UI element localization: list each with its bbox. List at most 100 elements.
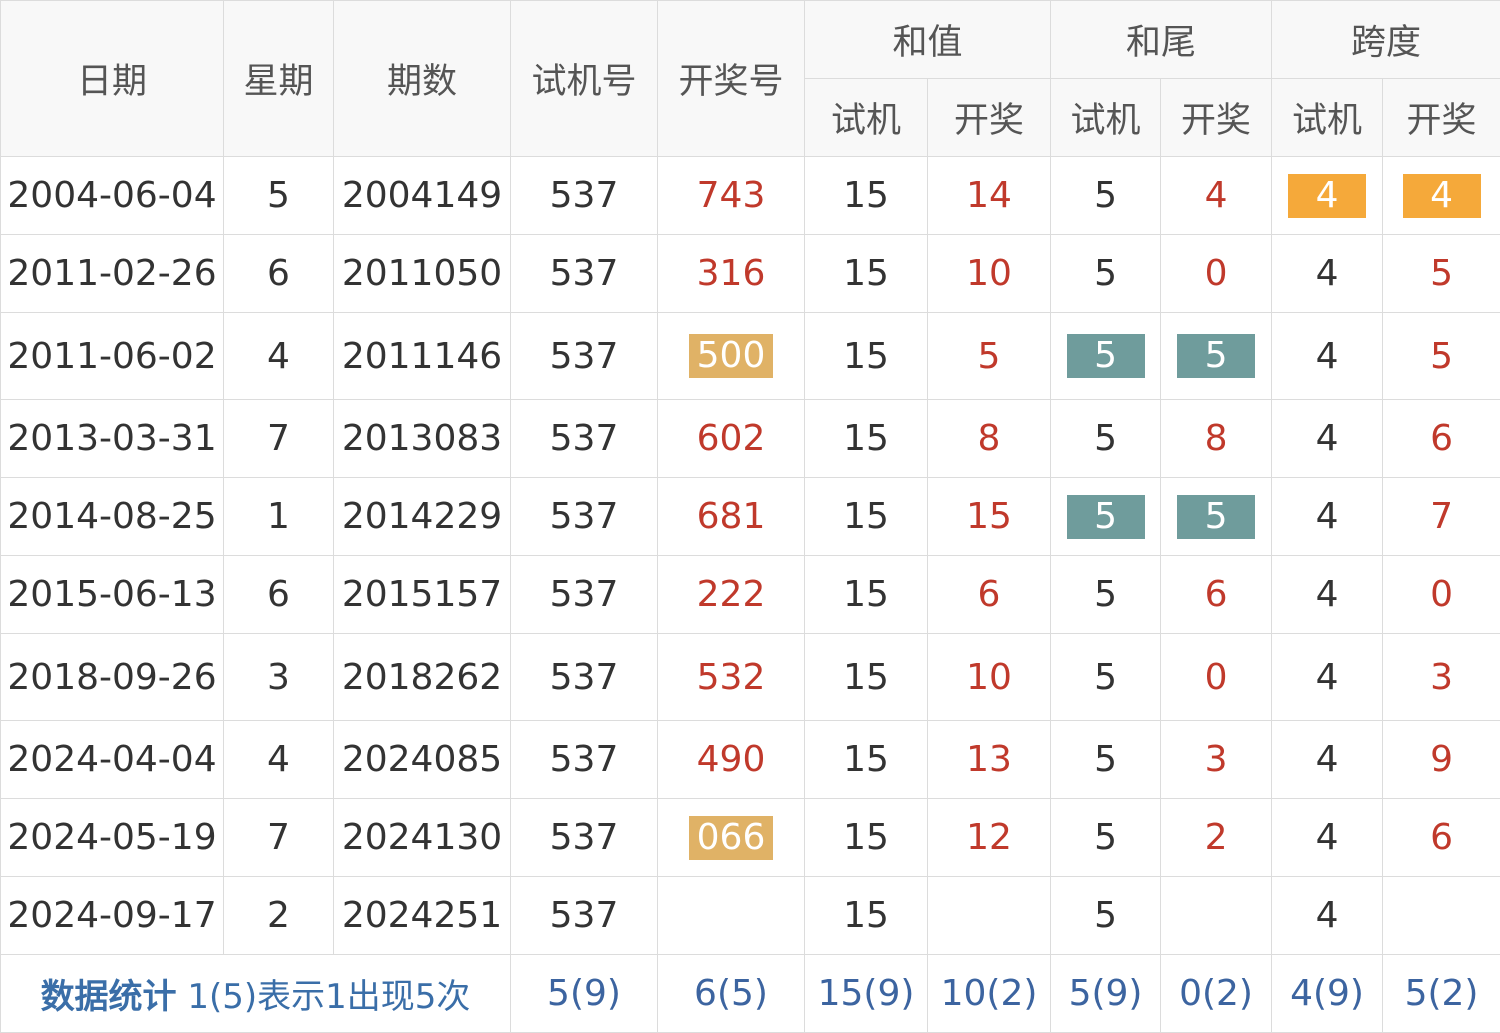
cell-tail-trial: 5 — [1051, 799, 1161, 877]
table-row: 2011-06-02 4 2011146 537 500 15 5 5 5 4 … — [1, 313, 1500, 400]
subheader-span-draw: 开奖 — [1383, 79, 1500, 157]
table-row: 2018-09-26 3 2018262 537 532 15 10 5 0 4… — [1, 634, 1500, 721]
stat-sum-draw: 10(2) — [928, 955, 1051, 1033]
cell-tail-trial: 5 — [1051, 235, 1161, 313]
cell-trial: 537 — [511, 634, 658, 721]
statistics-label: 数据统计 1(5)表示1出现5次 — [1, 955, 511, 1033]
cell-trial: 537 — [511, 478, 658, 556]
cell-span-draw: 9 — [1383, 721, 1500, 799]
cell-date: 2024-05-19 — [1, 799, 224, 877]
header-draw-number: 开奖号 — [658, 1, 805, 157]
cell-trial: 537 — [511, 313, 658, 400]
highlight-badge: 5 — [1067, 334, 1145, 378]
cell-span-trial: 4 — [1272, 634, 1383, 721]
lottery-history-table: 日期 星期 期数 试机号 开奖号 和值 和尾 跨度 试机 开奖 试机 开奖 试机… — [0, 0, 1500, 1033]
cell-span-trial: 4 — [1272, 313, 1383, 400]
cell-sum-draw: 10 — [928, 634, 1051, 721]
cell-tail-draw — [1161, 877, 1272, 955]
statistics-description: 1(5)表示1出现5次 — [187, 977, 470, 1017]
cell-span-draw: 5 — [1383, 235, 1500, 313]
highlight-badge: 066 — [689, 816, 773, 860]
stat-span-draw: 5(2) — [1383, 955, 1500, 1033]
cell-span-draw — [1383, 877, 1500, 955]
cell-weekday: 3 — [224, 634, 334, 721]
cell-tail-draw: 3 — [1161, 721, 1272, 799]
cell-date: 2011-02-26 — [1, 235, 224, 313]
cell-draw: 681 — [658, 478, 805, 556]
stat-span-trial: 4(9) — [1272, 955, 1383, 1033]
cell-tail-draw: 8 — [1161, 400, 1272, 478]
stat-sum-trial: 15(9) — [805, 955, 928, 1033]
statistics-title: 数据统计 — [41, 977, 177, 1017]
cell-draw — [658, 877, 805, 955]
cell-trial: 537 — [511, 157, 658, 235]
subheader-sum-draw: 开奖 — [928, 79, 1051, 157]
cell-tail-draw: 5 — [1161, 313, 1272, 400]
table-row: 2024-04-04 4 2024085 537 490 15 13 5 3 4… — [1, 721, 1500, 799]
cell-span-trial: 4 — [1272, 721, 1383, 799]
cell-date: 2011-06-02 — [1, 313, 224, 400]
table-row: 2024-09-17 2 2024251 537 15 5 4 — [1, 877, 1500, 955]
highlight-badge: 5 — [1177, 495, 1255, 539]
cell-issue: 2024130 — [334, 799, 511, 877]
cell-sum-draw: 15 — [928, 478, 1051, 556]
header-date: 日期 — [1, 1, 224, 157]
cell-trial: 537 — [511, 721, 658, 799]
cell-sum-draw: 10 — [928, 235, 1051, 313]
cell-span-trial: 4 — [1272, 478, 1383, 556]
cell-span-draw: 7 — [1383, 478, 1500, 556]
table-row: 2011-02-26 6 2011050 537 316 15 10 5 0 4… — [1, 235, 1500, 313]
cell-span-trial: 4 — [1272, 556, 1383, 634]
cell-sum-trial: 15 — [805, 799, 928, 877]
cell-sum-trial: 15 — [805, 235, 928, 313]
header-trial-number: 试机号 — [511, 1, 658, 157]
cell-weekday: 7 — [224, 799, 334, 877]
cell-weekday: 7 — [224, 400, 334, 478]
cell-tail-draw: 5 — [1161, 478, 1272, 556]
cell-sum-trial: 15 — [805, 478, 928, 556]
cell-weekday: 5 — [224, 157, 334, 235]
cell-draw: 222 — [658, 556, 805, 634]
cell-span-trial: 4 — [1272, 235, 1383, 313]
cell-date: 2018-09-26 — [1, 634, 224, 721]
cell-trial: 537 — [511, 400, 658, 478]
stat-tail-trial: 5(9) — [1051, 955, 1161, 1033]
cell-tail-trial: 5 — [1051, 478, 1161, 556]
stat-tail-draw: 0(2) — [1161, 955, 1272, 1033]
cell-weekday: 2 — [224, 877, 334, 955]
highlight-badge: 4 — [1288, 174, 1366, 218]
cell-date: 2014-08-25 — [1, 478, 224, 556]
cell-date: 2015-06-13 — [1, 556, 224, 634]
cell-trial: 537 — [511, 235, 658, 313]
cell-weekday: 4 — [224, 721, 334, 799]
cell-tail-trial: 5 — [1051, 556, 1161, 634]
cell-span-draw: 6 — [1383, 799, 1500, 877]
subheader-span-trial: 试机 — [1272, 79, 1383, 157]
cell-issue: 2004149 — [334, 157, 511, 235]
cell-sum-draw: 13 — [928, 721, 1051, 799]
header-weekday: 星期 — [224, 1, 334, 157]
cell-date: 2024-04-04 — [1, 721, 224, 799]
cell-span-draw: 3 — [1383, 634, 1500, 721]
cell-issue: 2014229 — [334, 478, 511, 556]
cell-weekday: 6 — [224, 235, 334, 313]
cell-draw: 602 — [658, 400, 805, 478]
subheader-tail-draw: 开奖 — [1161, 79, 1272, 157]
cell-trial: 537 — [511, 556, 658, 634]
stat-trial: 5(9) — [511, 955, 658, 1033]
cell-draw: 743 — [658, 157, 805, 235]
cell-sum-trial: 15 — [805, 313, 928, 400]
table-row: 2014-08-25 1 2014229 537 681 15 15 5 5 4… — [1, 478, 1500, 556]
highlight-badge: 4 — [1403, 174, 1481, 218]
cell-sum-trial: 15 — [805, 721, 928, 799]
cell-date: 2024-09-17 — [1, 877, 224, 955]
cell-tail-trial: 5 — [1051, 313, 1161, 400]
cell-draw: 490 — [658, 721, 805, 799]
cell-sum-draw: 5 — [928, 313, 1051, 400]
subheader-tail-trial: 试机 — [1051, 79, 1161, 157]
cell-issue: 2013083 — [334, 400, 511, 478]
cell-sum-draw: 8 — [928, 400, 1051, 478]
table-row: 2024-05-19 7 2024130 537 066 15 12 5 2 4… — [1, 799, 1500, 877]
cell-sum-draw — [928, 877, 1051, 955]
cell-draw: 316 — [658, 235, 805, 313]
